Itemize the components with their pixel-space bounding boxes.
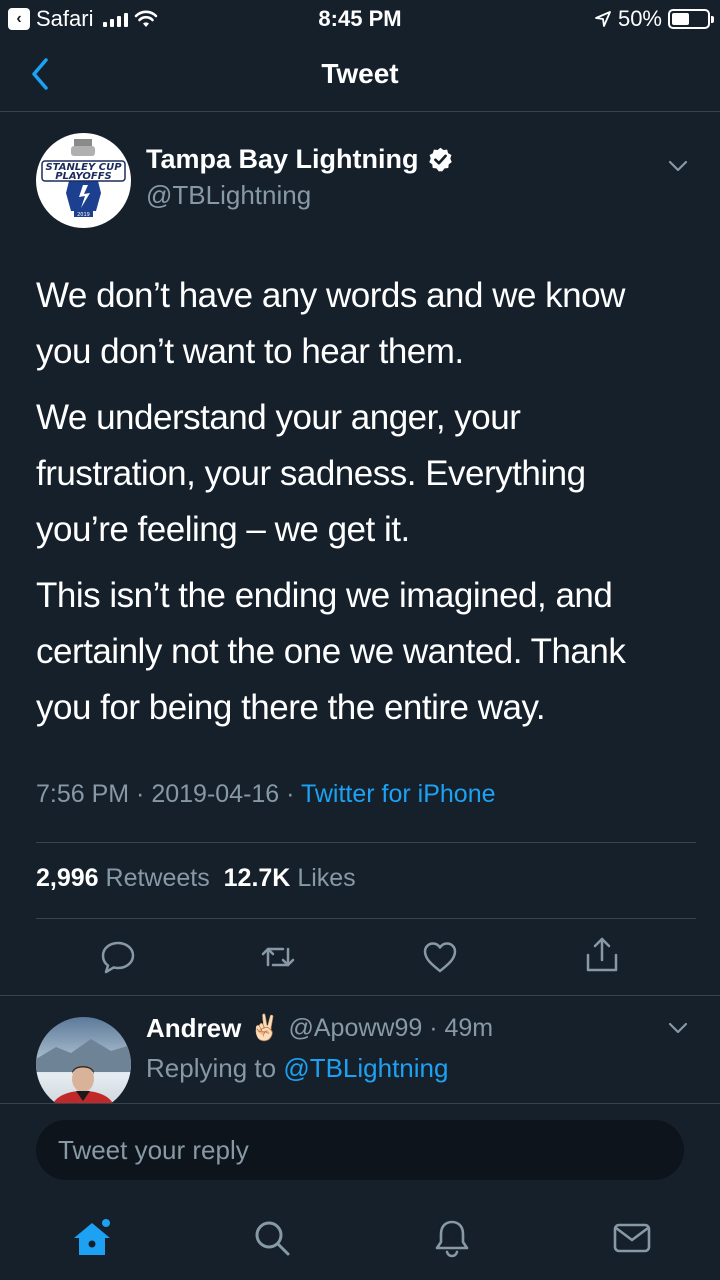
- share-icon[interactable]: [582, 935, 622, 975]
- chevron-down-icon[interactable]: [664, 1014, 692, 1042]
- reply-author-name[interactable]: Andrew: [146, 1013, 241, 1044]
- reply-author-handle: @Apoww99 · 49m: [288, 1014, 494, 1042]
- tweet-date: 2019-04-16: [151, 780, 280, 808]
- status-bar: ‹ Safari 8:45 PM 50%: [0, 0, 720, 38]
- replying-to: Replying to @TBLightning: [146, 1053, 448, 1084]
- reply-author[interactable]: Andrew ✌🏻 @Apoww99 · 49m: [146, 1013, 493, 1044]
- battery-percent: 50%: [617, 6, 662, 31]
- retweets-count: 2,996: [36, 864, 99, 892]
- tweet-actions: [0, 935, 720, 985]
- stanley-cup-logo: STANLEY CUP PLAYOFFS 2019: [41, 139, 126, 218]
- replying-prefix: Replying to: [146, 1053, 277, 1083]
- chevron-down-icon[interactable]: [664, 152, 692, 180]
- divider: [36, 918, 696, 919]
- author-name[interactable]: Tampa Bay Lightning: [146, 144, 454, 175]
- tweet-paragraph: We understand your anger, your frustrati…: [36, 398, 586, 549]
- tweet-time: 7:56 PM: [36, 780, 130, 808]
- search-icon[interactable]: [250, 1216, 294, 1260]
- tweet-meta: 7:56 PM · 2019-04-16 · Twitter for iPhon…: [36, 780, 496, 809]
- verified-badge-icon: [428, 147, 452, 172]
- replying-mention-link[interactable]: @TBLightning: [283, 1053, 448, 1083]
- tweet-text: We don’t have any words and we know you …: [36, 268, 686, 746]
- page-title: Tweet: [321, 58, 399, 89]
- likes-label: Likes: [297, 864, 356, 892]
- divider: [0, 995, 720, 996]
- reply-age: 49m: [444, 1014, 494, 1042]
- location-arrow-icon: [595, 11, 611, 27]
- logo-text-2: PLAYOFFS: [55, 171, 112, 182]
- reply-avatar-photo: [36, 1039, 131, 1112]
- avatar[interactable]: [36, 1017, 131, 1112]
- avatar[interactable]: STANLEY CUP PLAYOFFS 2019: [36, 133, 131, 228]
- meta-separator: ·: [129, 780, 152, 808]
- reply-author-emoji: ✌🏻: [249, 1014, 281, 1042]
- likes-stat[interactable]: 12.7K Likes: [224, 864, 356, 892]
- battery-icon: [668, 9, 714, 29]
- author-name-label[interactable]: Tampa Bay Lightning: [146, 144, 419, 175]
- reply-icon[interactable]: [98, 937, 138, 977]
- messages-envelope-icon[interactable]: [610, 1216, 654, 1260]
- meta-separator: ·: [279, 780, 301, 808]
- tab-bar: [0, 1200, 720, 1280]
- reply-handle-text: @Apoww99: [288, 1014, 423, 1042]
- nav-bar: Tweet: [0, 38, 720, 112]
- tweet-paragraph: This isn’t the ending we imagined, and c…: [36, 576, 626, 727]
- retweet-icon[interactable]: [258, 937, 298, 977]
- retweets-label: Retweets: [105, 864, 210, 892]
- tweet-source-link[interactable]: Twitter for iPhone: [301, 780, 496, 808]
- author-handle[interactable]: @TBLightning: [146, 180, 311, 211]
- likes-count: 12.7K: [223, 864, 291, 892]
- home-icon[interactable]: [70, 1216, 114, 1260]
- reply-input[interactable]: Tweet your reply: [36, 1120, 684, 1180]
- engagement-counts: 2,996 Retweets 12.7K Likes: [36, 864, 356, 893]
- divider: [36, 842, 696, 843]
- status-right: 50%: [594, 6, 714, 32]
- notifications-bell-icon[interactable]: [430, 1216, 474, 1260]
- logo-year: 2019: [77, 212, 90, 218]
- tweet-paragraph: We don’t have any words and we know you …: [36, 276, 625, 371]
- like-heart-icon[interactable]: [420, 937, 460, 977]
- retweets-stat[interactable]: 2,996 Retweets: [36, 864, 210, 892]
